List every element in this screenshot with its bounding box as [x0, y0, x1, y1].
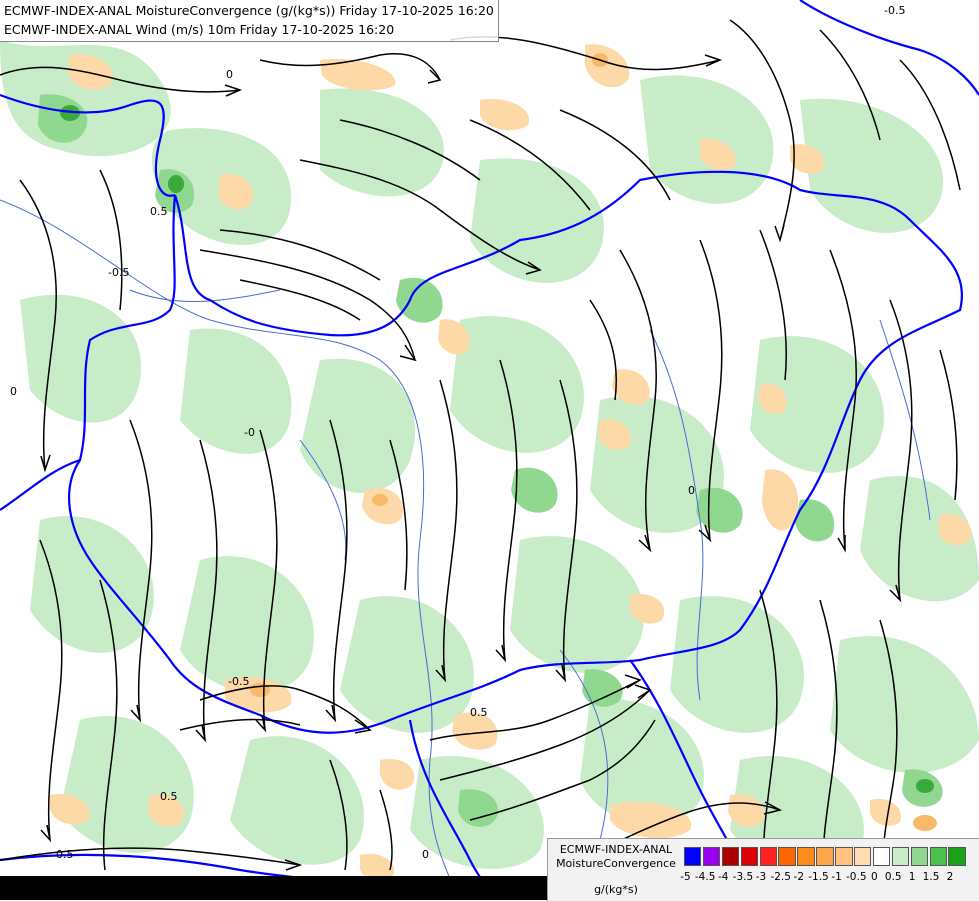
contour-label: 0.5 [56, 848, 74, 861]
contour-label: 0 [688, 484, 695, 497]
legend-tick: 1 [908, 871, 916, 883]
title-wind: ECMWF-INDEX-ANAL Wind (m/s) 10m Friday 1… [4, 22, 395, 37]
legend-swatch [891, 847, 910, 866]
legend-tick: -0.5 [846, 871, 867, 883]
legend-swatch [721, 847, 740, 866]
legend-swatch [778, 847, 796, 866]
legend-tick-labels: -5 -4.5 -4 -3.5 -3 -2.5 -2 -1.5 -1 -0.5 … [676, 871, 959, 883]
legend-tick: -2.5 [770, 871, 791, 883]
contour-label: 0.5 [470, 706, 488, 719]
legend-swatch [929, 847, 947, 866]
legend-swatch [759, 847, 777, 866]
legend-tick: -1.5 [808, 871, 829, 883]
legend-tick: -4 [717, 871, 729, 883]
legend-swatch [854, 847, 872, 866]
legend-tick: -1 [831, 871, 842, 883]
legend-swatch [948, 847, 966, 866]
legend-tick: 1.5 [922, 871, 940, 883]
contour-label: -0.5 [108, 266, 129, 279]
map-title-box: ECMWF-INDEX-ANAL MoistureConvergence (g/… [0, 0, 499, 42]
legend-swatch [910, 847, 929, 866]
contour-label: 0 [226, 68, 233, 81]
title-moisture-convergence: ECMWF-INDEX-ANAL MoistureConvergence (g/… [4, 3, 494, 18]
legend-swatch [740, 847, 759, 866]
contour-label: 0 [10, 385, 17, 398]
legend-tick: 0 [871, 871, 878, 883]
legend-tick: 2 [946, 871, 954, 883]
contour-label: 0 [422, 848, 429, 861]
legend-tick: -2 [793, 871, 805, 883]
contour-label: -0 [244, 426, 255, 439]
contour-label: -0.5 [884, 4, 905, 17]
legend-tick: -3.5 [732, 871, 754, 883]
legend-swatch [702, 847, 721, 866]
contour-label: 0.5 [160, 790, 178, 803]
legend-swatches [684, 847, 967, 866]
legend-tick: -4.5 [694, 871, 716, 883]
legend-swatch [797, 847, 815, 866]
weather-map: 0 -0.5 0.5 -0 0.5 0.5 0 0 -0.5 0 -0.5 0.… [0, 0, 979, 900]
legend-tick: -3 [755, 871, 767, 883]
legend-swatch [684, 847, 702, 866]
legend-tick: 0.5 [884, 871, 902, 883]
legend-swatch [835, 847, 853, 866]
legend-tick: -5 [680, 871, 691, 883]
legend-swatch [816, 847, 834, 866]
color-legend: ECMWF-INDEX-ANAL MoistureConvergence g/(… [547, 838, 979, 901]
legend-swatch [872, 847, 891, 866]
contour-label: -0.5 [228, 675, 249, 688]
legend-unit: g/(kg*s) [594, 883, 638, 896]
legend-title: ECMWF-INDEX-ANAL MoistureConvergence [556, 843, 676, 870]
contour-label: 0.5 [150, 205, 168, 218]
